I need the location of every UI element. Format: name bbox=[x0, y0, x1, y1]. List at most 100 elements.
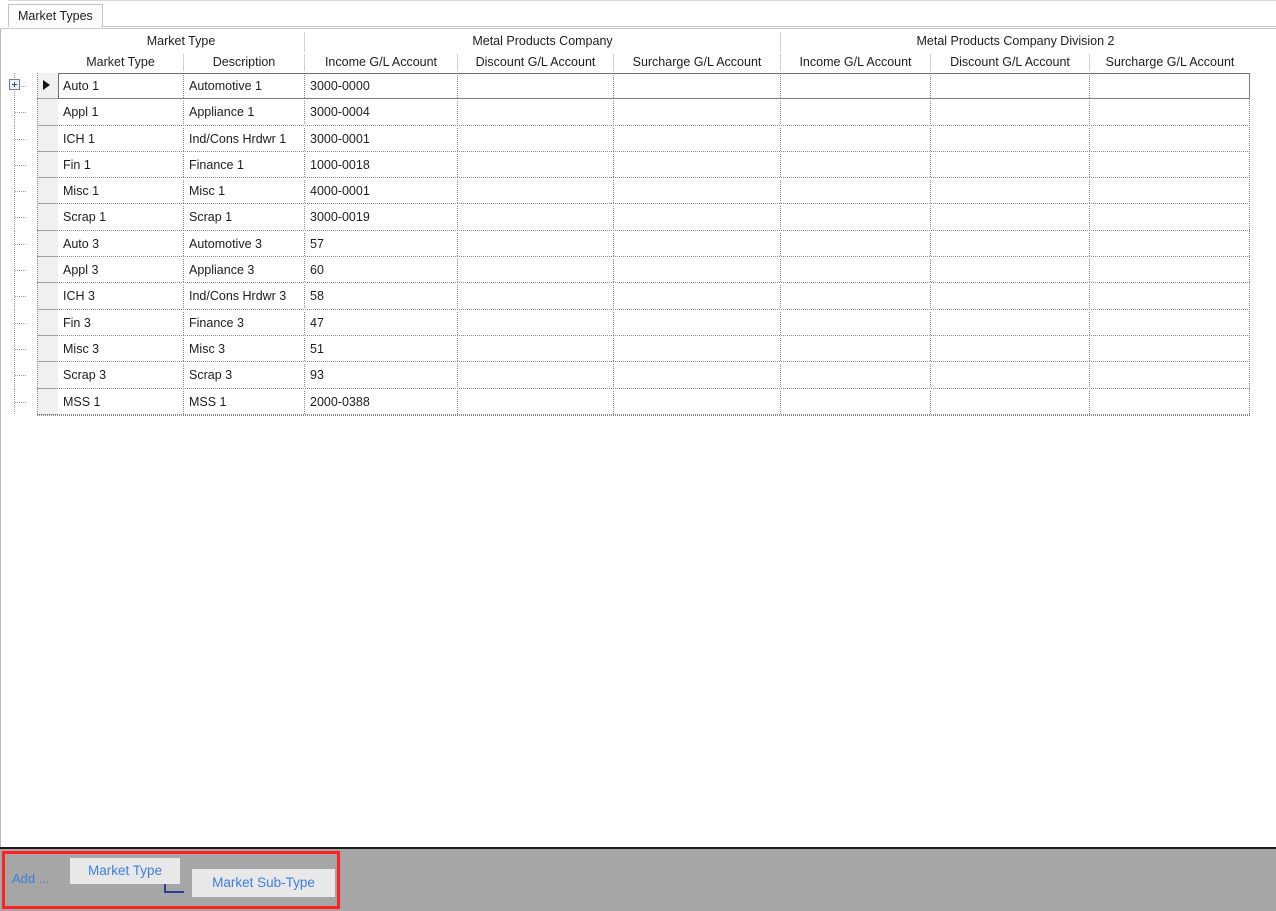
cell-discount_gl_2[interactable] bbox=[931, 389, 1089, 415]
cell-income_gl[interactable]: 47 bbox=[305, 310, 457, 336]
cell-description[interactable]: Scrap 1 bbox=[184, 204, 304, 230]
table-row[interactable]: ICH 3 Ind/Cons Hrdwr 3 58 bbox=[8, 283, 1250, 310]
cell-surcharge_gl[interactable] bbox=[614, 99, 780, 125]
row-selector[interactable] bbox=[37, 309, 58, 336]
cell-discount_gl[interactable] bbox=[458, 152, 613, 178]
expand-plus-icon[interactable] bbox=[9, 79, 20, 90]
cell-market_type[interactable]: Scrap 1 bbox=[58, 204, 183, 230]
cell-discount_gl[interactable] bbox=[458, 310, 613, 336]
table-row[interactable]: Auto 1 Automotive 1 3000-0000 bbox=[8, 73, 1250, 100]
cell-income_gl[interactable]: 57 bbox=[305, 231, 457, 257]
row-selector[interactable] bbox=[37, 151, 58, 179]
cell-surcharge_gl_2[interactable] bbox=[1090, 310, 1250, 336]
cell-surcharge_gl_2[interactable] bbox=[1090, 362, 1250, 388]
cell-income_gl[interactable]: 1000-0018 bbox=[305, 152, 457, 178]
cell-description[interactable]: Appliance 1 bbox=[184, 99, 304, 125]
cell-income_gl_2[interactable] bbox=[781, 99, 930, 125]
cell-income_gl_2[interactable] bbox=[781, 73, 930, 99]
cell-discount_gl[interactable] bbox=[458, 362, 613, 388]
cell-market_type[interactable]: Fin 3 bbox=[58, 310, 183, 336]
cell-income_gl[interactable]: 58 bbox=[305, 283, 457, 309]
cell-description[interactable]: Scrap 3 bbox=[184, 362, 304, 388]
row-selector[interactable] bbox=[37, 204, 58, 231]
cell-market_type[interactable]: Auto 3 bbox=[58, 231, 183, 257]
cell-surcharge_gl[interactable] bbox=[614, 73, 780, 99]
table-row[interactable]: Appl 3 Appliance 3 60 bbox=[8, 257, 1250, 284]
cell-discount_gl[interactable] bbox=[458, 204, 613, 230]
cell-income_gl_2[interactable] bbox=[781, 389, 930, 415]
row-selector[interactable] bbox=[37, 257, 58, 284]
cell-discount_gl[interactable] bbox=[458, 73, 613, 99]
cell-market_type[interactable]: ICH 3 bbox=[58, 283, 183, 309]
cell-market_type[interactable]: ICH 1 bbox=[58, 126, 183, 152]
cell-market_type[interactable]: Appl 1 bbox=[58, 99, 183, 125]
cell-surcharge_gl_2[interactable] bbox=[1090, 152, 1250, 178]
cell-description[interactable]: Automotive 3 bbox=[184, 231, 304, 257]
cell-discount_gl_2[interactable] bbox=[931, 336, 1089, 362]
cell-description[interactable]: MSS 1 bbox=[184, 389, 304, 415]
cell-income_gl[interactable]: 51 bbox=[305, 336, 457, 362]
cell-income_gl[interactable]: 3000-0000 bbox=[305, 73, 457, 99]
column-header-income-gl-account[interactable]: Income G/L Account bbox=[305, 52, 457, 73]
table-row[interactable]: Fin 1 Finance 1 1000-0018 bbox=[8, 151, 1250, 179]
cell-surcharge_gl_2[interactable] bbox=[1090, 283, 1250, 309]
cell-surcharge_gl[interactable] bbox=[614, 152, 780, 178]
cell-discount_gl_2[interactable] bbox=[931, 204, 1089, 230]
cell-surcharge_gl[interactable] bbox=[614, 362, 780, 388]
table-row[interactable]: Fin 3 Finance 3 47 bbox=[8, 309, 1250, 337]
column-header-discount-gl-account[interactable]: Discount G/L Account bbox=[458, 52, 613, 73]
add-market-sub-type-button[interactable]: Market Sub-Type bbox=[192, 869, 335, 897]
row-selector[interactable] bbox=[37, 73, 58, 100]
cell-income_gl_2[interactable] bbox=[781, 231, 930, 257]
cell-discount_gl_2[interactable] bbox=[931, 99, 1089, 125]
column-header-surcharge-gl-account[interactable]: Surcharge G/L Account bbox=[614, 52, 780, 73]
table-row[interactable]: Scrap 3 Scrap 3 93 bbox=[8, 362, 1250, 389]
cell-income_gl_2[interactable] bbox=[781, 126, 930, 152]
cell-market_type[interactable]: Misc 3 bbox=[58, 336, 183, 362]
cell-discount_gl[interactable] bbox=[458, 257, 613, 283]
cell-income_gl_2[interactable] bbox=[781, 257, 930, 283]
cell-surcharge_gl[interactable] bbox=[614, 257, 780, 283]
cell-discount_gl_2[interactable] bbox=[931, 126, 1089, 152]
cell-surcharge_gl_2[interactable] bbox=[1090, 257, 1250, 283]
cell-surcharge_gl_2[interactable] bbox=[1090, 231, 1250, 257]
cell-market_type[interactable]: Fin 1 bbox=[58, 152, 183, 178]
cell-income_gl_2[interactable] bbox=[781, 204, 930, 230]
cell-description[interactable]: Misc 3 bbox=[184, 336, 304, 362]
cell-discount_gl_2[interactable] bbox=[931, 152, 1089, 178]
cell-discount_gl_2[interactable] bbox=[931, 178, 1089, 204]
table-row[interactable]: Scrap 1 Scrap 1 3000-0019 bbox=[8, 204, 1250, 232]
row-selector[interactable] bbox=[37, 178, 58, 205]
cell-income_gl_2[interactable] bbox=[781, 336, 930, 362]
table-row[interactable]: MSS 1 MSS 1 2000-0388 bbox=[8, 388, 1250, 416]
cell-surcharge_gl[interactable] bbox=[614, 204, 780, 230]
cell-discount_gl[interactable] bbox=[458, 336, 613, 362]
cell-discount_gl[interactable] bbox=[458, 283, 613, 309]
cell-surcharge_gl_2[interactable] bbox=[1090, 204, 1250, 230]
row-selector[interactable] bbox=[37, 230, 58, 258]
cell-surcharge_gl[interactable] bbox=[614, 389, 780, 415]
cell-discount_gl[interactable] bbox=[458, 99, 613, 125]
cell-surcharge_gl_2[interactable] bbox=[1090, 178, 1250, 204]
cell-income_gl_2[interactable] bbox=[781, 283, 930, 309]
cell-description[interactable]: Appliance 3 bbox=[184, 257, 304, 283]
add-market-type-button[interactable]: Market Type bbox=[70, 858, 180, 884]
column-header-description[interactable]: Description bbox=[184, 52, 304, 73]
cell-income_gl[interactable]: 3000-0001 bbox=[305, 126, 457, 152]
cell-discount_gl[interactable] bbox=[458, 126, 613, 152]
column-header-surcharge-gl-account-div2[interactable]: Surcharge G/L Account bbox=[1090, 52, 1250, 73]
cell-description[interactable]: Finance 1 bbox=[184, 152, 304, 178]
cell-description[interactable]: Automotive 1 bbox=[184, 73, 304, 99]
cell-surcharge_gl[interactable] bbox=[614, 310, 780, 336]
cell-description[interactable]: Ind/Cons Hrdwr 3 bbox=[184, 283, 304, 309]
cell-market_type[interactable]: Appl 3 bbox=[58, 257, 183, 283]
cell-surcharge_gl_2[interactable] bbox=[1090, 389, 1250, 415]
cell-discount_gl[interactable] bbox=[458, 231, 613, 257]
row-selector[interactable] bbox=[37, 125, 58, 152]
cell-market_type[interactable]: Scrap 3 bbox=[58, 362, 183, 388]
cell-market_type[interactable]: Misc 1 bbox=[58, 178, 183, 204]
cell-income_gl[interactable]: 60 bbox=[305, 257, 457, 283]
cell-discount_gl_2[interactable] bbox=[931, 73, 1089, 99]
row-selector[interactable] bbox=[37, 388, 58, 415]
cell-description[interactable]: Finance 3 bbox=[184, 310, 304, 336]
